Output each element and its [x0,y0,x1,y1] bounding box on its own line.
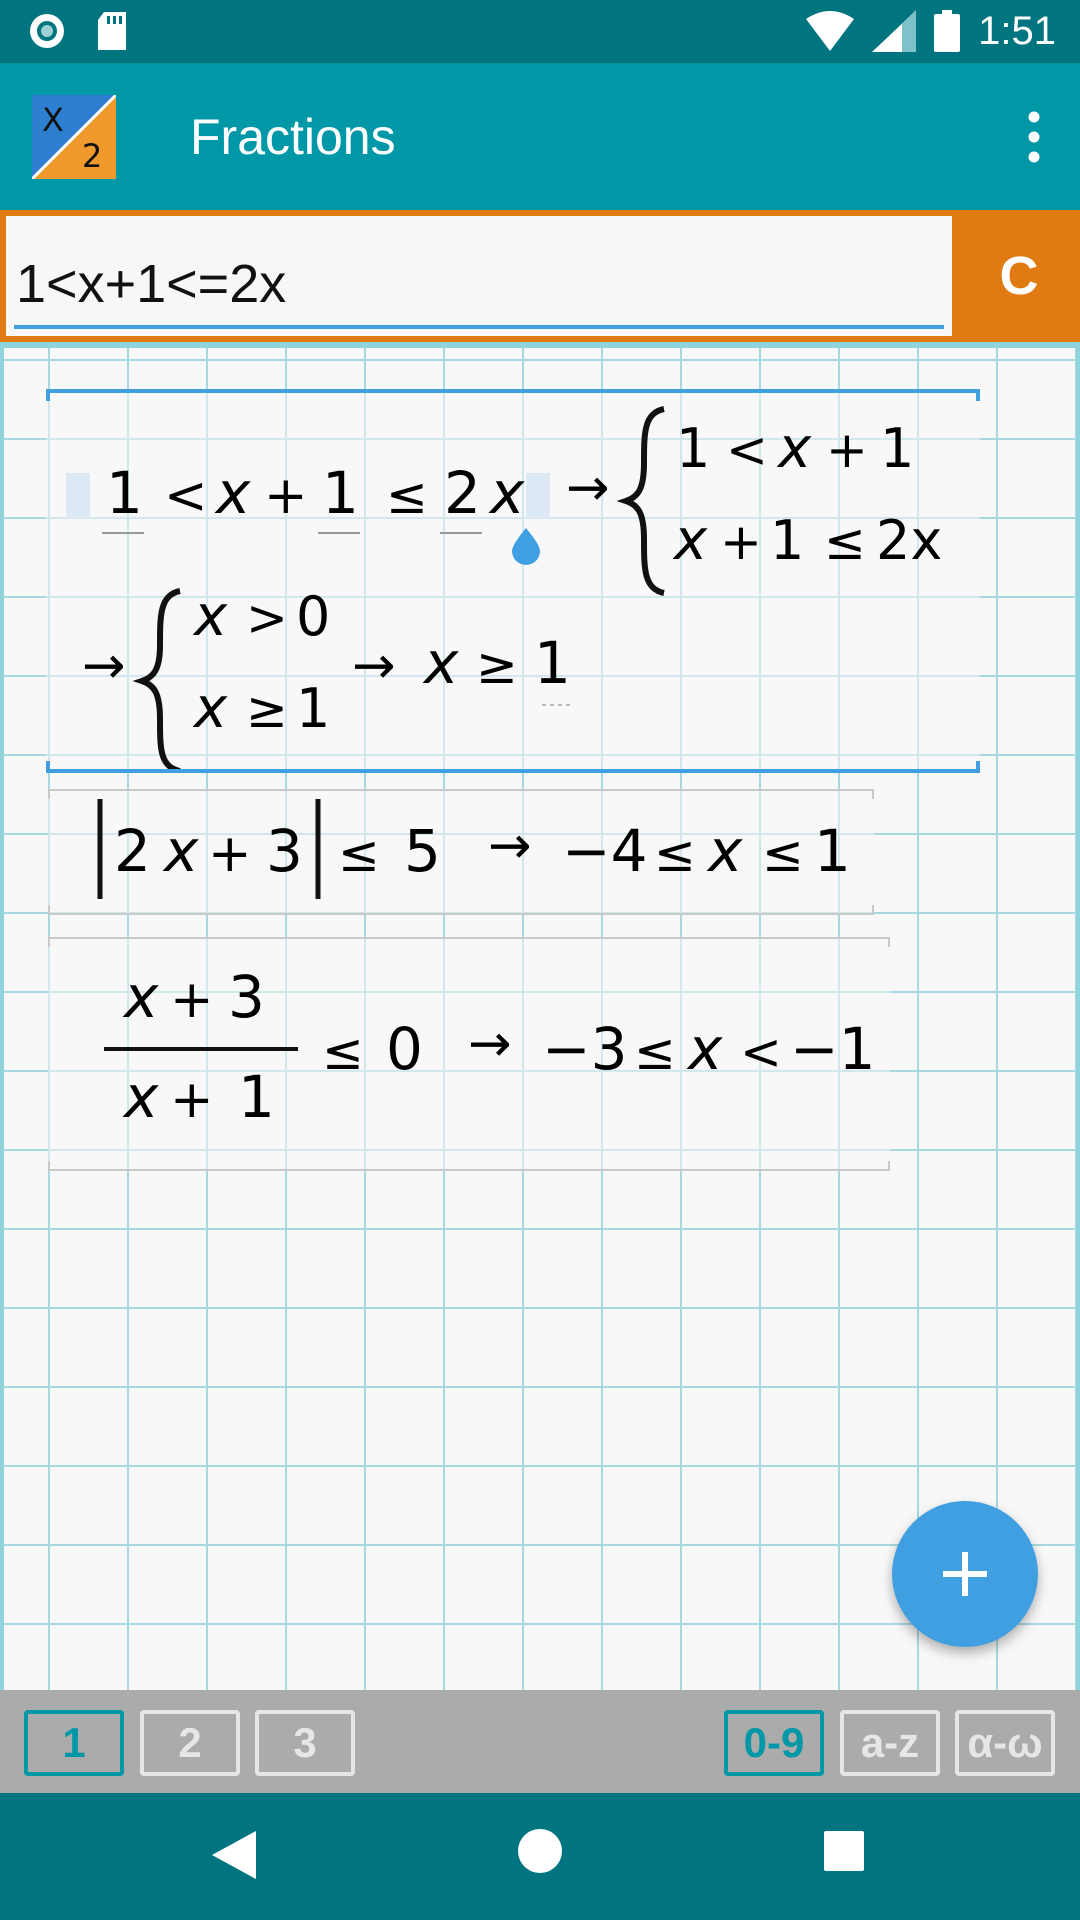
arrow: → [82,636,126,696]
abs-op: + [208,824,252,884]
result-op: < [740,1023,782,1081]
worksheet-grid[interactable]: 1 < x + 1 ≤ 2 x → 1 < x + 1 x + 1 ≤ 2x →… [0,342,1080,1690]
result-term: −1 [790,1015,876,1083]
num-term: 3 [228,963,265,1031]
expression-input-bar: 1<x+1<=2x C [0,210,1080,342]
sys-var: x [776,416,812,481]
status-time: 1:51 [978,9,1056,53]
abs-var: x [162,817,199,885]
result-op: ≥ [476,637,518,695]
app-bar: X 2 Fractions [0,63,1080,210]
result-card-1[interactable]: 1 < x + 1 ≤ 2 x → 1 < x + 1 x + 1 ≤ 2x →… [46,389,980,774]
keypad-page-1[interactable]: 1 [24,1710,124,1776]
sys-var: x [672,508,708,573]
lhs-term: 2 [444,459,481,527]
app-title: Fractions [190,109,396,165]
keypad-mode-latin[interactable]: a-z [840,1710,940,1776]
sys-op: > [246,589,288,647]
arrow: → [566,458,610,518]
keypad-page-2[interactable]: 2 [140,1710,240,1776]
result-term: −3 [542,1015,628,1083]
system-brace [616,406,665,596]
result-card-2[interactable]: 2 x + 3 ≤ 5 → −4 ≤ x ≤ 1 [48,789,874,915]
result-card-1-math: 1 < x + 1 ≤ 2 x → 1 < x + 1 x + 1 ≤ 2x →… [66,406,942,774]
sys-term: 1 [296,677,330,740]
cursor-handle [512,528,540,565]
back-icon[interactable] [212,1831,256,1879]
sys-term: 1 [676,417,710,480]
result-term: 1 [814,817,851,885]
recent-apps-icon[interactable] [824,1831,864,1871]
status-bar: 1:51 [0,0,1080,63]
clear-button[interactable]: C [958,210,1080,342]
sys-term: 0 [296,585,330,648]
sys-term: 1 [880,417,914,480]
sd-card-icon [98,12,126,50]
sys-var: x [192,676,228,741]
result-var: x [422,629,459,697]
result-term: 1 [534,629,571,697]
result-term: −4 [562,817,648,885]
sys-op: + [720,513,762,571]
lhs-var: x [214,459,251,527]
sys-op: ≥ [246,681,288,739]
arrow: → [352,636,396,696]
den-term: 1 [238,1063,275,1131]
result-var: x [686,1015,723,1083]
sys-op: ≤ [824,513,866,571]
num-var: x [122,963,159,1031]
result-op: ≤ [654,825,696,883]
svg-text:X: X [42,101,64,139]
rhs: 0 [386,1015,423,1083]
signal-icon [872,10,917,52]
result-op: ≤ [762,825,804,883]
home-icon[interactable] [518,1829,562,1873]
add-button[interactable] [892,1501,1038,1647]
expression-input-text: 1<x+1<=2x [16,254,287,314]
keypad-mode-digits[interactable]: 0-9 [724,1710,824,1776]
sys-term: 1 [770,509,804,572]
lhs-term: 1 [322,459,359,527]
arrow: → [488,816,532,876]
result-var: x [706,817,743,885]
input-underline [14,325,944,329]
lhs-op: < [164,466,208,526]
svg-text:2: 2 [82,137,102,175]
expression-input[interactable]: 1<x+1<=2x [6,216,952,336]
app-logo-icon: X 2 [32,95,116,179]
keypad-page-3[interactable]: 3 [255,1710,355,1776]
result-card-2-math: 2 x + 3 ≤ 5 → −4 ≤ x ≤ 1 [97,799,851,899]
abs-term: 2 [114,817,151,885]
record-icon [30,14,64,48]
sys-op: + [826,421,868,479]
sys-term: 2x [876,509,942,572]
result-card-3-math: x + 3 x + 1 ≤ 0 → −3 ≤ x < −1 [104,963,876,1131]
lhs-term: 1 [106,459,143,527]
keypad-switcher: 1 2 3 0-9 a-z α-ω [0,1690,1080,1793]
system-brace [132,588,181,774]
den-op: + [170,1070,214,1130]
wifi-icon [806,11,855,51]
op: ≤ [338,825,380,883]
den-var: x [122,1063,159,1131]
num-op: + [170,970,214,1030]
sys-var: x [192,584,228,649]
result-card-3[interactable]: x + 3 x + 1 ≤ 0 → −3 ≤ x < −1 [48,937,890,1171]
system-nav-bar [0,1793,1080,1920]
lhs-op: + [264,466,308,526]
battery-icon [934,10,961,52]
keypad-mode-greek[interactable]: α-ω [955,1710,1055,1776]
lhs-var: x [488,459,525,527]
rhs: 5 [404,817,441,885]
sys-op: < [726,421,768,479]
more-options-icon[interactable] [1022,111,1046,163]
abs-term: 3 [266,817,303,885]
op: ≤ [322,1023,364,1081]
lhs-op: ≤ [386,467,428,525]
result-op: ≤ [634,1023,676,1081]
arrow: → [468,1014,512,1074]
plus-icon [943,1552,987,1596]
